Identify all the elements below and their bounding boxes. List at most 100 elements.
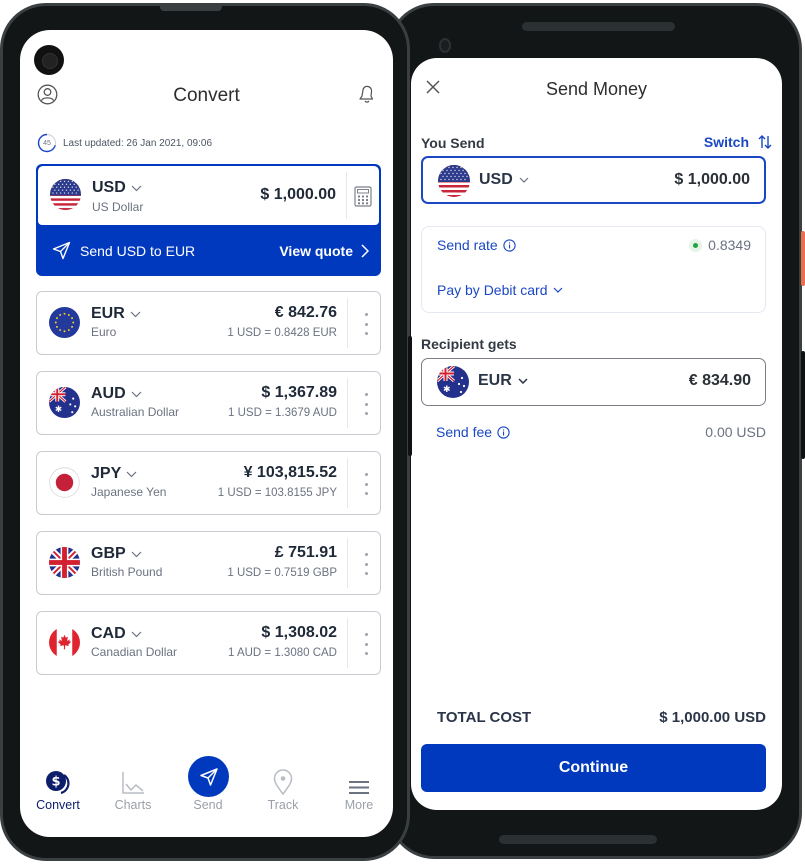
- us-flag-icon: [438, 165, 470, 197]
- send-rate-info[interactable]: Send rate: [437, 237, 516, 253]
- chevron-down-icon: [518, 378, 528, 384]
- ca-flag-icon: [49, 627, 80, 658]
- top-bar: Convert: [20, 80, 393, 112]
- more-options-icon[interactable]: [363, 473, 369, 495]
- currency-selector[interactable]: AUD: [91, 385, 142, 403]
- more-options-icon[interactable]: [363, 393, 369, 415]
- currency-selector[interactable]: CAD: [91, 625, 142, 643]
- refresh-timer[interactable]: 45: [37, 133, 57, 153]
- base-amount[interactable]: $ 1,000.00: [260, 186, 336, 204]
- nav-track[interactable]: Track: [248, 767, 318, 812]
- chevron-down-icon: [553, 287, 562, 293]
- punch-hole-camera: [34, 45, 64, 75]
- converted-amount[interactable]: ¥ 103,815.52: [244, 464, 337, 482]
- divider: [347, 298, 348, 348]
- chevron-down-icon: [131, 391, 142, 397]
- nav-more-label: More: [344, 798, 374, 812]
- send-rate-label: Send rate: [437, 237, 498, 253]
- chevron-down-icon: [131, 551, 142, 557]
- divider: [347, 378, 348, 428]
- currency-name: Australian Dollar: [91, 405, 180, 419]
- live-rate-dot-icon: [689, 238, 703, 252]
- send-rate-value: 0.8349: [689, 237, 751, 253]
- send-amount[interactable]: $ 1,000.00: [674, 171, 750, 189]
- chevron-down-icon: [519, 177, 529, 183]
- view-quote-link[interactable]: View quote: [279, 243, 369, 259]
- send-amount-field[interactable]: USD $ 1,000.00: [421, 156, 766, 204]
- base-currency-code: USD: [92, 179, 126, 196]
- nav-more[interactable]: More: [324, 767, 393, 812]
- currency-selector[interactable]: JPY: [91, 465, 137, 483]
- speaker-grille: [522, 22, 675, 31]
- currency-selector[interactable]: EUR: [91, 305, 141, 323]
- converted-amount[interactable]: $ 1,367.89: [261, 384, 337, 402]
- notifications-button[interactable]: [355, 83, 377, 105]
- currency-card[interactable]: EUR Euro € 842.76 1 USD = 0.8428 EUR: [36, 291, 381, 355]
- calculator-button[interactable]: [353, 185, 373, 207]
- nav-track-label: Track: [267, 798, 299, 812]
- volume-button: [801, 351, 805, 459]
- divider: [347, 538, 348, 588]
- currency-code: JPY: [91, 465, 122, 482]
- currency-name: Japanese Yen: [91, 485, 167, 499]
- currency-name: British Pound: [91, 565, 163, 579]
- more-options-icon[interactable]: [363, 553, 369, 575]
- base-currency-row[interactable]: USD US Dollar $ 1,000.00: [38, 166, 379, 225]
- switch-button[interactable]: Switch: [704, 134, 773, 150]
- power-button: [801, 231, 805, 286]
- exchange-rate: 1 USD = 0.7519 GBP: [227, 567, 337, 579]
- send-currency-selector[interactable]: USD: [479, 171, 529, 189]
- recipient-amount[interactable]: € 834.90: [689, 372, 751, 390]
- currency-selector[interactable]: GBP: [91, 545, 142, 563]
- side-button: [408, 336, 412, 456]
- converted-amount[interactable]: £ 751.91: [275, 544, 337, 562]
- continue-button[interactable]: Continue: [421, 744, 766, 792]
- menu-icon: [349, 781, 369, 794]
- more-options-icon[interactable]: [363, 313, 369, 335]
- bottom-navigation: $ Convert Charts Send Track More: [20, 737, 393, 837]
- currency-name: Euro: [91, 325, 117, 339]
- currency-card[interactable]: AUD Australian Dollar $ 1,367.89 1 USD = 1.…: [36, 371, 381, 435]
- location-pin-icon: [273, 769, 293, 795]
- recipient-amount-field[interactable]: EUR € 834.90: [421, 358, 766, 406]
- rate-panel: Send rate 0.8349 Pay by Debit card: [421, 226, 766, 313]
- currency-card[interactable]: GBP British Pound £ 751.91 1 USD = 0.7519 G…: [36, 531, 381, 595]
- currency-card[interactable]: CAD Canadian Dollar $ 1,308.02 1 AUD = 1.30…: [36, 611, 381, 675]
- nav-charts[interactable]: Charts: [98, 767, 168, 812]
- currency-code: GBP: [91, 545, 126, 562]
- converted-amount[interactable]: $ 1,308.02: [261, 624, 337, 642]
- send-fee-label: Send fee: [436, 424, 493, 440]
- send-fee-info[interactable]: Send fee: [436, 424, 510, 440]
- chevron-right-icon: [361, 243, 369, 258]
- send-quote-banner[interactable]: Send USD to EUR View quote: [36, 225, 381, 276]
- eu-flag-icon: [49, 307, 80, 338]
- send-fab-button[interactable]: [188, 756, 229, 797]
- exchange-rate: 1 USD = 0.8428 EUR: [227, 327, 337, 339]
- send-fee-value: 0.00 USD: [705, 424, 766, 440]
- page-title: Send Money: [545, 79, 648, 99]
- recipient-gets-label: Recipient gets: [421, 336, 517, 352]
- payment-method-selector[interactable]: Pay by Debit card: [437, 282, 563, 298]
- more-options-icon[interactable]: [363, 633, 369, 655]
- base-currency-card: USD US Dollar $ 1,000.00 Send USD to EUR…: [36, 164, 381, 276]
- recipient-currency-code: EUR: [478, 372, 512, 389]
- send-money-phone: Send Money You Send Switch USD $ 1,000.0…: [388, 3, 805, 859]
- info-icon: [497, 425, 510, 439]
- bell-icon: [359, 85, 374, 103]
- recipient-currency-selector[interactable]: EUR: [478, 372, 528, 390]
- nav-convert[interactable]: $ Convert: [23, 767, 93, 812]
- switch-label: Switch: [703, 134, 749, 150]
- send-money-screen: Send Money You Send Switch USD $ 1,000.0…: [411, 58, 782, 810]
- dollar-coins-icon: $: [46, 771, 70, 795]
- bottom-bar: [499, 835, 657, 844]
- svg-text:$: $: [51, 775, 60, 790]
- send-banner-label: Send USD to EUR: [80, 242, 196, 259]
- total-cost-label: TOTAL COST: [437, 709, 532, 726]
- gb-flag-icon: [49, 547, 80, 578]
- payment-method-label: Pay by Debit card: [437, 282, 548, 298]
- converted-amount[interactable]: € 842.76: [275, 304, 337, 322]
- base-currency-selector[interactable]: USD: [92, 179, 142, 197]
- currency-card[interactable]: JPY Japanese Yen ¥ 103,815.52 1 USD = 103.8…: [36, 451, 381, 515]
- currency-code: EUR: [91, 305, 125, 322]
- chevron-down-icon: [131, 631, 142, 637]
